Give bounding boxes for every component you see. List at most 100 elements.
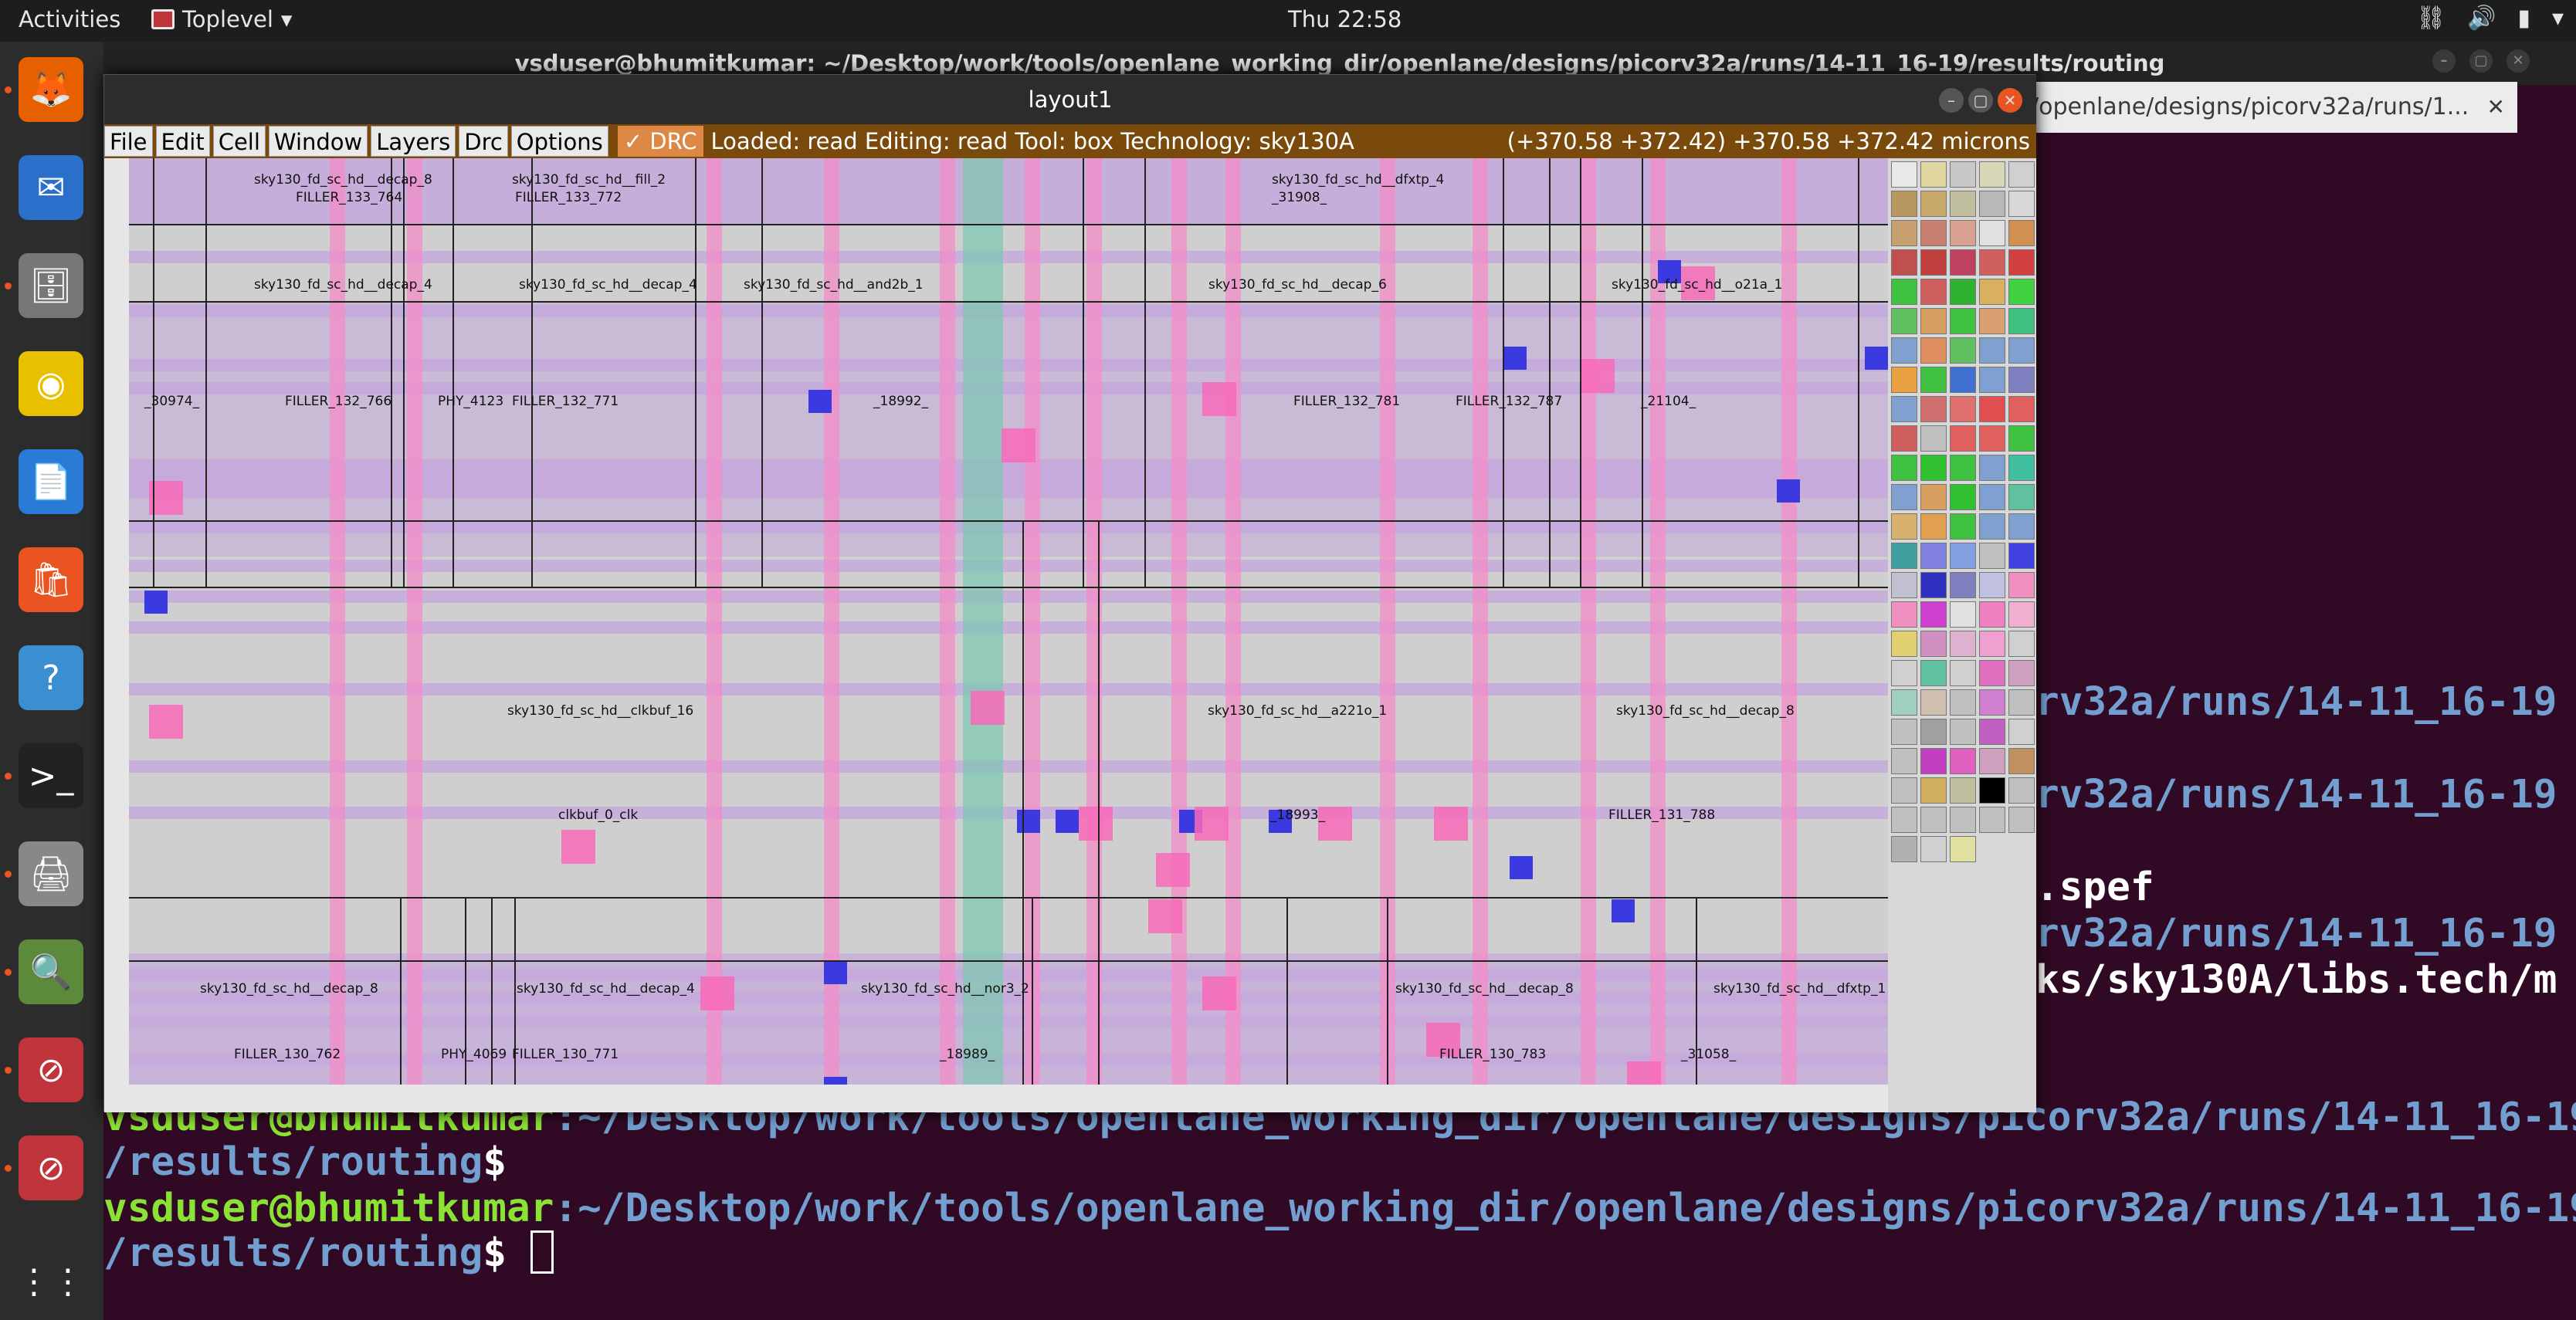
- layer-swatch[interactable]: [1920, 572, 1947, 598]
- layer-swatch[interactable]: [1891, 249, 1917, 276]
- layer-swatch[interactable]: [2008, 513, 2035, 540]
- layer-swatch[interactable]: [1979, 601, 2005, 628]
- layer-swatch[interactable]: [1950, 425, 1976, 452]
- layer-swatch[interactable]: [1920, 337, 1947, 364]
- menu-cell[interactable]: Cell: [212, 126, 266, 157]
- layer-swatch[interactable]: [1891, 425, 1917, 452]
- layout-canvas[interactable]: sky130_fd_sc_hd__decap_8 FILLER_133_764 sk…: [129, 158, 1888, 1085]
- layer-swatch[interactable]: [2008, 455, 2035, 481]
- layer-swatch[interactable]: [1891, 543, 1917, 569]
- close-icon[interactable]: ✕: [2487, 82, 2505, 133]
- magic-title-bar[interactable]: layout1 – ▢ ✕: [104, 75, 2036, 124]
- layer-swatch[interactable]: [1979, 455, 2005, 481]
- layer-swatch[interactable]: [1920, 631, 1947, 657]
- layer-swatch[interactable]: [1979, 777, 2005, 804]
- layer-swatch[interactable]: [1950, 543, 1976, 569]
- layer-swatch[interactable]: [1950, 777, 1976, 804]
- layer-swatch[interactable]: [1920, 425, 1947, 452]
- layer-swatch[interactable]: [1920, 719, 1947, 745]
- horizontal-scrollbar[interactable]: [104, 1085, 1888, 1112]
- layer-swatch[interactable]: [2008, 425, 2035, 452]
- layer-swatch[interactable]: [2008, 572, 2035, 598]
- dock-software[interactable]: 🛍: [19, 547, 83, 612]
- menu-layers[interactable]: Layers: [371, 126, 456, 157]
- layer-swatch[interactable]: [1950, 719, 1976, 745]
- layer-swatch[interactable]: [1920, 807, 1947, 833]
- system-tray[interactable]: ⛓ 🔊 ▮ ▾: [2416, 5, 2576, 32]
- close-icon[interactable]: ✕: [1998, 88, 2022, 113]
- layer-swatch[interactable]: [1920, 191, 1947, 217]
- layer-swatch[interactable]: [1891, 836, 1917, 862]
- layer-swatch[interactable]: [1891, 396, 1917, 422]
- dock-firefox[interactable]: 🦊: [19, 57, 83, 122]
- layer-swatch[interactable]: [1920, 455, 1947, 481]
- layer-swatch[interactable]: [2008, 279, 2035, 305]
- minimize-icon[interactable]: –: [1939, 88, 1964, 113]
- menu-options[interactable]: Options: [510, 126, 608, 157]
- layer-swatch[interactable]: [1979, 279, 2005, 305]
- layer-swatch[interactable]: [2008, 220, 2035, 246]
- layer-swatch[interactable]: [1920, 396, 1947, 422]
- layer-swatch[interactable]: [1950, 455, 1976, 481]
- app-menu[interactable]: Toplevel ▾: [151, 6, 292, 32]
- layer-swatch[interactable]: [1950, 484, 1976, 510]
- layer-swatch[interactable]: [1979, 249, 2005, 276]
- layer-swatch[interactable]: [1920, 601, 1947, 628]
- layer-swatch[interactable]: [2008, 308, 2035, 334]
- layer-swatch[interactable]: [1950, 807, 1976, 833]
- layer-swatch[interactable]: [1950, 191, 1976, 217]
- layer-swatch[interactable]: [2008, 161, 2035, 188]
- layer-swatch[interactable]: [2008, 191, 2035, 217]
- layer-swatch[interactable]: [1979, 425, 2005, 452]
- menu-file[interactable]: File: [104, 126, 153, 157]
- dock-magic-2[interactable]: ⊘: [19, 1136, 83, 1200]
- dock-terminal[interactable]: >_: [19, 743, 83, 808]
- layer-swatch[interactable]: [1891, 513, 1917, 540]
- layer-swatch[interactable]: [1920, 836, 1947, 862]
- layer-swatch[interactable]: [2008, 601, 2035, 628]
- layer-swatch[interactable]: [2008, 396, 2035, 422]
- layer-swatch[interactable]: [1979, 631, 2005, 657]
- layer-swatch[interactable]: [1979, 572, 2005, 598]
- layer-swatch[interactable]: [1950, 513, 1976, 540]
- menu-window[interactable]: Window: [268, 126, 368, 157]
- drc-indicator[interactable]: ✓ DRC: [617, 126, 703, 157]
- layer-swatch[interactable]: [1950, 308, 1976, 334]
- layer-swatch[interactable]: [2008, 660, 2035, 686]
- layer-swatch[interactable]: [1979, 308, 2005, 334]
- layer-swatch[interactable]: [1950, 572, 1976, 598]
- layer-swatch[interactable]: [1891, 161, 1917, 188]
- layer-swatch[interactable]: [1950, 836, 1976, 862]
- layer-swatch[interactable]: [1979, 513, 2005, 540]
- layer-swatch[interactable]: [1891, 308, 1917, 334]
- layer-swatch[interactable]: [1920, 484, 1947, 510]
- layer-swatch[interactable]: [1950, 337, 1976, 364]
- layer-swatch[interactable]: [1891, 631, 1917, 657]
- clock[interactable]: Thu 22:58: [1288, 6, 1402, 32]
- layer-swatch[interactable]: [1979, 719, 2005, 745]
- layer-swatch[interactable]: [1891, 572, 1917, 598]
- layer-swatch[interactable]: [2008, 777, 2035, 804]
- layer-swatch[interactable]: [2008, 484, 2035, 510]
- layer-swatch[interactable]: [1891, 367, 1917, 393]
- layer-swatch[interactable]: [1979, 689, 2005, 716]
- layer-swatch[interactable]: [1920, 161, 1947, 188]
- layer-swatch[interactable]: [1891, 455, 1917, 481]
- layer-swatch[interactable]: [1891, 220, 1917, 246]
- layer-swatch[interactable]: [1950, 660, 1976, 686]
- layer-swatch[interactable]: [1920, 279, 1947, 305]
- layer-swatch[interactable]: [1979, 807, 2005, 833]
- layer-swatch[interactable]: [1950, 748, 1976, 774]
- dock-writer[interactable]: 📄: [19, 449, 83, 514]
- layer-swatch[interactable]: [2008, 367, 2035, 393]
- layer-swatch[interactable]: [1920, 308, 1947, 334]
- magic-window[interactable]: layout1 – ▢ ✕ File Edit Cell Window Layers Dr…: [103, 74, 2036, 1112]
- layer-swatch[interactable]: [1891, 777, 1917, 804]
- layer-swatch[interactable]: [1920, 543, 1947, 569]
- layer-swatch[interactable]: [1950, 220, 1976, 246]
- layer-swatch[interactable]: [1891, 191, 1917, 217]
- layer-swatch[interactable]: [1891, 689, 1917, 716]
- layer-swatch[interactable]: [1950, 631, 1976, 657]
- minimize-icon[interactable]: –: [2432, 49, 2456, 73]
- layer-palette[interactable]: [1888, 158, 2036, 1112]
